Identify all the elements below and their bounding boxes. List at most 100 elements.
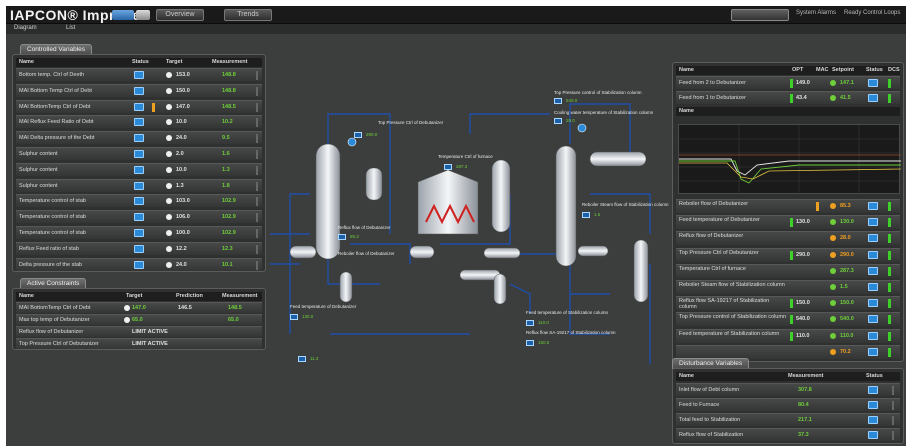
row-grip-icon[interactable]: [256, 213, 258, 223]
row-grip-icon[interactable]: [256, 244, 258, 254]
tag-icon[interactable]: [526, 320, 534, 326]
tag-icon[interactable]: [444, 164, 452, 170]
status-icon[interactable]: [134, 244, 144, 253]
ac-row-name: Reflux flow of Debutanizer: [19, 329, 84, 335]
mv-table-row[interactable]: Temperature Ctrl of furnace 287.3: [676, 263, 900, 278]
tag-icon[interactable]: [526, 340, 534, 346]
status-icon[interactable]: [134, 86, 144, 95]
tag-icon[interactable]: [338, 234, 346, 240]
mv-table-row[interactable]: Reboiler Steam flow of Stabilization col…: [676, 280, 900, 294]
ac-table-row[interactable]: MAI BottomTemp Ctrl of Debt 147.0 146.5 148…: [16, 302, 262, 313]
cv-table-row[interactable]: Sulphur content 10.0 1.3: [16, 162, 262, 176]
status-icon[interactable]: [868, 79, 878, 87]
status-icon[interactable]: [868, 218, 878, 227]
status-icon[interactable]: [134, 134, 144, 143]
status-icon[interactable]: [868, 331, 878, 340]
status-icon[interactable]: [868, 94, 878, 102]
status-icon[interactable]: [134, 197, 144, 206]
mv-table-row[interactable]: Feed from 2 to Debutanizer 149.0 147.1: [676, 76, 900, 89]
row-grip-icon[interactable]: [256, 102, 258, 112]
row-grip-icon[interactable]: [256, 197, 258, 207]
tag-icon[interactable]: [290, 314, 298, 320]
dv-row-measurement: 307.8: [798, 387, 812, 393]
cv-table-row[interactable]: MAI Delta pressure of the Debt 24.0 9.5: [16, 131, 262, 145]
status-icon[interactable]: [868, 234, 878, 243]
cv-table-row[interactable]: Bottom temp. Ctrl of Deeth 153.0 148.8: [16, 68, 262, 81]
status-icon[interactable]: [134, 181, 144, 190]
row-grip-icon[interactable]: [256, 118, 258, 128]
cv-table-row[interactable]: Reflux Feed ratio of stab 12.2 12.3: [16, 241, 262, 255]
cv-table-row[interactable]: Sulphur content 2.0 1.6: [16, 147, 262, 160]
mv-table-row[interactable]: Reflux flow SA-19217 of Stabilization co…: [676, 296, 900, 311]
row-grip-icon[interactable]: [256, 229, 258, 238]
mv-table-row[interactable]: Reflux flow of Debutanizer 28.0: [676, 231, 900, 246]
ac-table-row[interactable]: Reflux flow of Debutanizer LIMIT ACTIVE: [16, 326, 262, 337]
cv-table-row[interactable]: MAI Bottom Temp Ctrl of Debt 150.0 148.8: [16, 83, 262, 97]
row-grip-icon[interactable]: [892, 386, 894, 395]
ac-table-row[interactable]: Max top temp of Debutanizer 65.0 65.0: [16, 314, 262, 325]
menu-trends-button[interactable]: Trends: [224, 9, 272, 21]
row-grip-icon[interactable]: [256, 150, 258, 159]
cv-table-row[interactable]: MAI BottomTemp Ctrl of Debt 147.0 148.5: [16, 99, 262, 113]
status-icon[interactable]: [134, 213, 144, 222]
status-icon[interactable]: [868, 283, 878, 291]
tag-icon[interactable]: [298, 356, 306, 362]
status-icon[interactable]: [134, 150, 144, 158]
tab-list[interactable]: List: [66, 25, 75, 31]
mv-table-row[interactable]: Top Pressure Ctrl of Debutanizer 290.0 290…: [676, 247, 900, 262]
dv-table-row[interactable]: Total feed to Stabilization 217.1: [676, 413, 900, 426]
status-bar: [790, 299, 793, 309]
status-icon[interactable]: [134, 260, 144, 269]
row-grip-icon[interactable]: [892, 401, 894, 410]
tab-diagram[interactable]: Diagram: [14, 25, 37, 31]
status-icon[interactable]: [134, 102, 144, 111]
status-icon[interactable]: [868, 386, 878, 394]
row-grip-icon[interactable]: [256, 260, 258, 270]
status-icon[interactable]: [868, 299, 878, 308]
row-grip-icon[interactable]: [256, 86, 258, 96]
status-icon[interactable]: [868, 431, 878, 439]
status-icon[interactable]: [134, 118, 144, 127]
cv-table-row[interactable]: MAI Reflux Feed Ratio of Debt 10.0 10.2: [16, 115, 262, 129]
tag-icon[interactable]: [554, 118, 562, 124]
row-grip-icon[interactable]: [256, 165, 258, 175]
status-icon[interactable]: [868, 266, 878, 275]
mv-table-row[interactable]: Top Pressure control of Stabilization co…: [676, 312, 900, 327]
mv-row-setpoint: 85.3: [840, 203, 851, 209]
cv-table-row[interactable]: Delta pressure of the stab 24.0 10.1: [16, 257, 262, 271]
valve-icon[interactable]: [577, 123, 587, 133]
status-icon[interactable]: [868, 315, 878, 324]
mv-table-row[interactable]: Reboiler flow of Debutanizer 85.3: [676, 199, 900, 213]
menu-overview-button[interactable]: Overview: [156, 9, 204, 21]
status-icon[interactable]: [134, 229, 144, 237]
dv-table-row[interactable]: Feed to Furnace 80.4: [676, 398, 900, 411]
mv-table-row[interactable]: Feed temperature of Debutanizer 130.0 130.…: [676, 215, 900, 230]
row-grip-icon[interactable]: [256, 134, 258, 144]
cv-table-row[interactable]: Sulphur content 1.3 1.8: [16, 178, 262, 192]
cv-table-row[interactable]: Temperature control of stab 106.0 102.9: [16, 210, 262, 224]
mv-table-row[interactable]: Feed from 1 to Debutanizer 43.4 41.5: [676, 91, 900, 104]
status-icon[interactable]: [868, 202, 878, 210]
status-icon[interactable]: [868, 347, 878, 356]
status-icon[interactable]: [868, 250, 878, 259]
valve-icon[interactable]: [347, 137, 357, 147]
configuration-button[interactable]: [731, 9, 789, 21]
row-grip-icon[interactable]: [892, 431, 894, 440]
dv-table-row[interactable]: Reflux flow of Stabilization 37.3: [676, 428, 900, 441]
status-icon[interactable]: [134, 165, 144, 174]
mv-table-row[interactable]: Feed temperature of Stabilization column…: [676, 328, 900, 343]
row-grip-icon[interactable]: [256, 181, 258, 191]
dv-table-row[interactable]: Inlet flow of Debt column 307.8: [676, 383, 900, 396]
status-icon[interactable]: [868, 416, 878, 424]
ac-table-row[interactable]: Top Pressure Ctrl of Debutanizer LIMIT AC…: [16, 338, 262, 349]
row-grip-icon[interactable]: [256, 71, 258, 80]
tag-icon[interactable]: [554, 98, 562, 104]
tag-icon[interactable]: [354, 132, 362, 138]
tag-icon[interactable]: [582, 212, 590, 218]
status-icon[interactable]: [134, 71, 144, 79]
cv-table-row[interactable]: Temperature control of stab 100.0 102.9: [16, 226, 262, 239]
row-grip-icon[interactable]: [892, 416, 894, 425]
cv-table-row[interactable]: Temperature control of stab 103.0 102.9: [16, 194, 262, 208]
status-icon[interactable]: [868, 401, 878, 409]
mv-table-row[interactable]: 70.2: [676, 344, 900, 359]
